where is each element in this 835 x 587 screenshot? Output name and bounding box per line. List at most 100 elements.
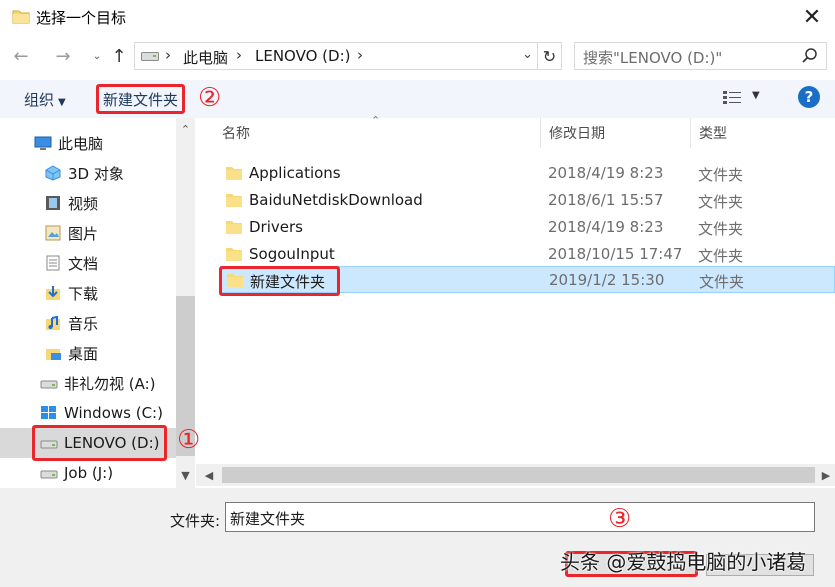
sidebar-item-label: 此电脑 (58, 134, 104, 153)
annotation-marker-2: ② (198, 83, 222, 113)
annotation-highlight-new-folder-row (219, 266, 340, 296)
sidebar-item-label: 音乐 (68, 314, 99, 333)
view-options-icon[interactable] (722, 90, 742, 106)
dialog-footer: 文件夹: 新建文件夹 头条 @爱鼓捣电脑的小诸葛 (0, 488, 835, 587)
folder-icon (226, 167, 242, 180)
address-dropdown-icon[interactable]: ⌄ (522, 47, 533, 62)
file-date: 2019/1/2 15:30 (549, 271, 665, 289)
arrow-left-icon: ← (13, 45, 29, 67)
annotation-highlight-drive-d (32, 425, 167, 461)
scroll-down-icon[interactable]: ▼ (176, 466, 195, 484)
folder-field-label: 文件夹: (170, 512, 221, 530)
dropdown-arrow-icon: ▼ (58, 97, 66, 108)
close-button[interactable]: ✕ (789, 0, 835, 34)
list-item[interactable]: Applications 2018/4/19 8:23 文件夹 (220, 160, 835, 187)
list-item[interactable]: SogouInput 2018/10/15 17:47 文件夹 (220, 241, 835, 268)
help-icon[interactable]: ? (798, 86, 820, 108)
file-type: 文件夹 (698, 166, 744, 184)
video-icon (46, 196, 60, 210)
folder-icon (226, 248, 242, 261)
drive-icon (40, 380, 58, 389)
title-bar: 选择一个目标 ✕ (0, 0, 835, 34)
folder-icon (226, 221, 242, 234)
search-icon (802, 48, 817, 63)
column-header-name[interactable]: 名称 (222, 118, 540, 148)
navigation-bar: ← → ⌄ ↑ › 此电脑 › LENOVO (D:) › ⌄ ↻ 搜索"LEN… (0, 38, 835, 74)
windows-drive-icon (41, 406, 56, 419)
file-name: BaiduNetdiskDownload (249, 191, 423, 209)
column-header-type[interactable]: 类型 (690, 118, 835, 148)
drive-icon (141, 52, 159, 61)
sidebar-item-drive-c[interactable]: Windows (C:) (0, 398, 176, 428)
breadcrumb-separator[interactable]: › (165, 46, 171, 64)
sidebar-item-3d-objects[interactable]: 3D 对象 (0, 158, 176, 188)
new-folder-button[interactable]: 新建文件夹 (96, 84, 185, 114)
annotation-marker-3: ③ (608, 504, 632, 534)
folder-icon (226, 194, 242, 207)
sidebar-item-this-pc[interactable]: 此电脑 (0, 128, 176, 158)
search-input[interactable]: 搜索"LENOVO (D:)" (574, 42, 827, 70)
desktop-icon (46, 349, 61, 360)
file-name: SogouInput (249, 245, 335, 263)
sidebar-item-label: 桌面 (68, 344, 99, 363)
breadcrumb-separator[interactable]: › (357, 46, 363, 64)
arrow-up-icon: ↑ (111, 45, 127, 67)
sidebar-item-documents[interactable]: 文档 (0, 248, 176, 278)
sidebar-item-pictures[interactable]: 图片 (0, 218, 176, 248)
file-type: 文件夹 (698, 220, 744, 238)
refresh-button[interactable]: ↻ (537, 43, 561, 69)
list-item[interactable]: Drivers 2018/4/19 8:23 文件夹 (220, 214, 835, 241)
back-button[interactable]: ← (10, 44, 32, 68)
scrollbar-thumb[interactable] (222, 467, 815, 483)
sidebar-item-label: 文档 (68, 254, 99, 273)
search-placeholder: 搜索"LENOVO (D:)" (583, 49, 723, 67)
file-type: 文件夹 (698, 247, 744, 265)
view-dropdown-icon[interactable]: ▼ (752, 90, 760, 101)
new-folder-label: 新建文件夹 (102, 90, 178, 109)
sidebar-item-music[interactable]: 音乐 (0, 308, 176, 338)
breadcrumb-drive[interactable]: LENOVO (D:) (255, 47, 350, 65)
folder-icon (12, 10, 30, 24)
refresh-icon: ↻ (542, 46, 557, 66)
command-bar: 组织 ▼ 新建文件夹 ▼ ? (0, 80, 835, 118)
file-date: 2018/6/1 15:57 (548, 191, 664, 209)
recent-locations-button[interactable]: ⌄ (86, 44, 108, 68)
column-header-date[interactable]: 修改日期 (540, 118, 690, 148)
music-icon (46, 315, 60, 330)
documents-icon (46, 255, 60, 271)
forward-button[interactable]: → (52, 44, 74, 68)
file-date: 2018/4/19 8:23 (548, 218, 664, 236)
breadcrumb-separator[interactable]: › (236, 46, 242, 64)
organize-label: 组织 (24, 91, 55, 109)
sidebar-item-desktop[interactable]: 桌面 (0, 338, 176, 368)
sidebar-item-downloads[interactable]: 下载 (0, 278, 176, 308)
file-type: 文件夹 (699, 273, 745, 291)
scroll-up-icon[interactable]: ⌃ (176, 120, 195, 138)
sidebar-item-drive-a[interactable]: 非礼勿视 (A:) (0, 368, 176, 398)
breadcrumb-this-pc[interactable]: 此电脑 (183, 47, 228, 68)
watermark-text: 头条 @爱鼓捣电脑的小诸葛 (560, 550, 807, 574)
list-item[interactable]: BaiduNetdiskDownload 2018/6/1 15:57 文件夹 (220, 187, 835, 214)
sidebar-item-label: 下载 (68, 284, 99, 303)
organize-menu[interactable]: 组织 ▼ (24, 89, 66, 110)
objects-3d-icon (45, 165, 61, 181)
arrow-right-icon: → (55, 45, 71, 67)
up-button[interactable]: ↑ (108, 44, 130, 68)
sidebar-item-drive-j[interactable]: Job (J:) (0, 458, 176, 488)
sidebar-item-videos[interactable]: 视频 (0, 188, 176, 218)
help-label: ? (804, 88, 814, 106)
folder-name-field[interactable]: 新建文件夹 (225, 502, 815, 532)
drive-icon (40, 470, 58, 479)
scroll-right-icon[interactable]: ▶ (817, 467, 835, 483)
file-name: Drivers (249, 218, 303, 236)
horizontal-scrollbar[interactable]: ◀ ▶ (196, 464, 835, 486)
scroll-left-icon[interactable]: ◀ (200, 467, 218, 483)
chevron-down-icon: ⌄ (92, 50, 102, 62)
sidebar-item-label: Windows (C:) (64, 404, 163, 422)
pictures-icon (45, 225, 61, 241)
file-date: 2018/4/19 8:23 (548, 164, 664, 182)
sidebar-item-label: 3D 对象 (68, 164, 124, 183)
address-bar[interactable]: › 此电脑 › LENOVO (D:) › ⌄ ↻ (134, 42, 562, 70)
close-icon: ✕ (802, 4, 822, 30)
sidebar-item-label: 图片 (68, 224, 99, 243)
